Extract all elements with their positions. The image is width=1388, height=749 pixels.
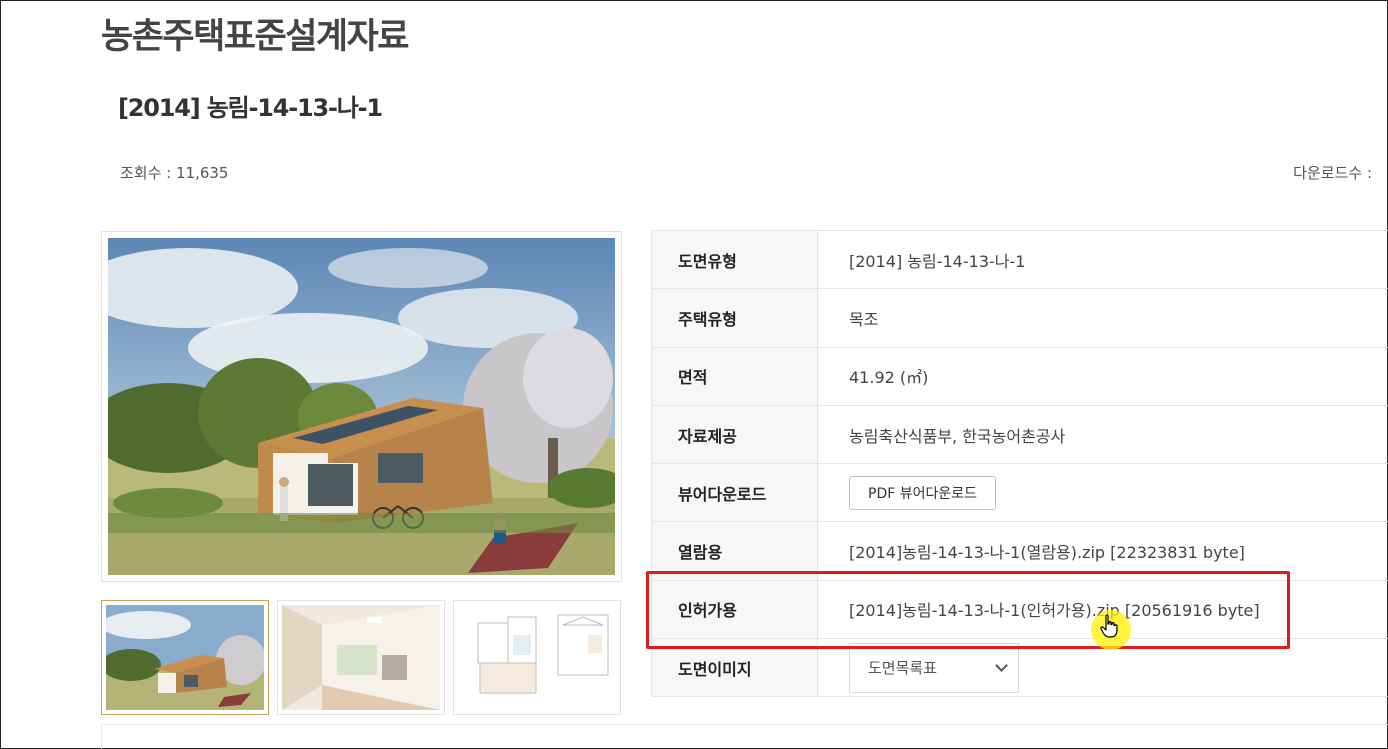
row-value: 41.92 (㎡)	[817, 346, 1388, 406]
row-value: 농림축산식품부, 한국농어촌공사	[817, 404, 1388, 465]
chevron-down-icon	[995, 658, 1008, 672]
thumb-floorplan-image	[458, 605, 616, 710]
hand-pointer-icon	[1100, 614, 1118, 638]
table-row: 인허가용 [2014]농림-14-13-나-1(인허가용).zip [20561…	[651, 579, 1388, 640]
row-label: 자료제공	[651, 404, 818, 465]
info-table: 도면유형 [2014] 농림-14-13-나-1 주택유형 목조 면적 41.9…	[651, 229, 1388, 698]
main-house-image	[101, 231, 622, 582]
drawing-image-select[interactable]: 도면목록표	[849, 642, 1019, 693]
view-count: 조회수 : 11,635	[120, 164, 229, 182]
row-label: 인허가용	[651, 579, 818, 640]
row-value: [2014] 농림-14-13-나-1	[817, 229, 1388, 290]
thumb-interior[interactable]	[277, 600, 445, 715]
table-row: 열람용 [2014]농림-14-13-나-1(열람용).zip [2232383…	[651, 521, 1388, 581]
table-row: 주택유형 목조	[651, 288, 1388, 348]
house-rendering-image	[108, 238, 615, 575]
row-value: PDF 뷰어다운로드	[817, 463, 1388, 523]
row-label: 도면유형	[651, 229, 818, 290]
page-title: 농촌주택표준설계자료	[101, 17, 410, 57]
pdf-viewer-download-button[interactable]: PDF 뷰어다운로드	[849, 475, 997, 510]
row-label: 도면이미지	[651, 638, 818, 698]
table-row: 자료제공 농림축산식품부, 한국농어촌공사	[651, 404, 1388, 465]
select-value: 도면목록표	[868, 659, 938, 678]
row-label: 면적	[651, 346, 818, 406]
content-bottom-border	[101, 724, 1388, 749]
row-value: 목조	[817, 288, 1388, 348]
item-title: [2014] 농림-14-13-나-1	[118, 94, 383, 122]
download-count: 다운로드수 :	[1293, 164, 1372, 182]
row-label: 주택유형	[651, 288, 818, 348]
thumb-exterior[interactable]	[101, 600, 269, 715]
table-row: 도면유형 [2014] 농림-14-13-나-1	[651, 229, 1388, 290]
table-row: 뷰어다운로드 PDF 뷰어다운로드	[651, 463, 1388, 523]
row-label: 뷰어다운로드	[651, 463, 818, 523]
thumb-exterior-image	[106, 605, 264, 710]
table-row: 면적 41.92 (㎡)	[651, 346, 1388, 406]
thumb-floorplan[interactable]	[453, 600, 621, 715]
viewing-file-link[interactable]: [2014]농림-14-13-나-1(열람용).zip [22323831 by…	[817, 521, 1388, 581]
table-row: 도면이미지 도면목록표	[651, 638, 1388, 698]
row-label: 열람용	[651, 521, 818, 581]
thumb-interior-image	[282, 605, 440, 710]
